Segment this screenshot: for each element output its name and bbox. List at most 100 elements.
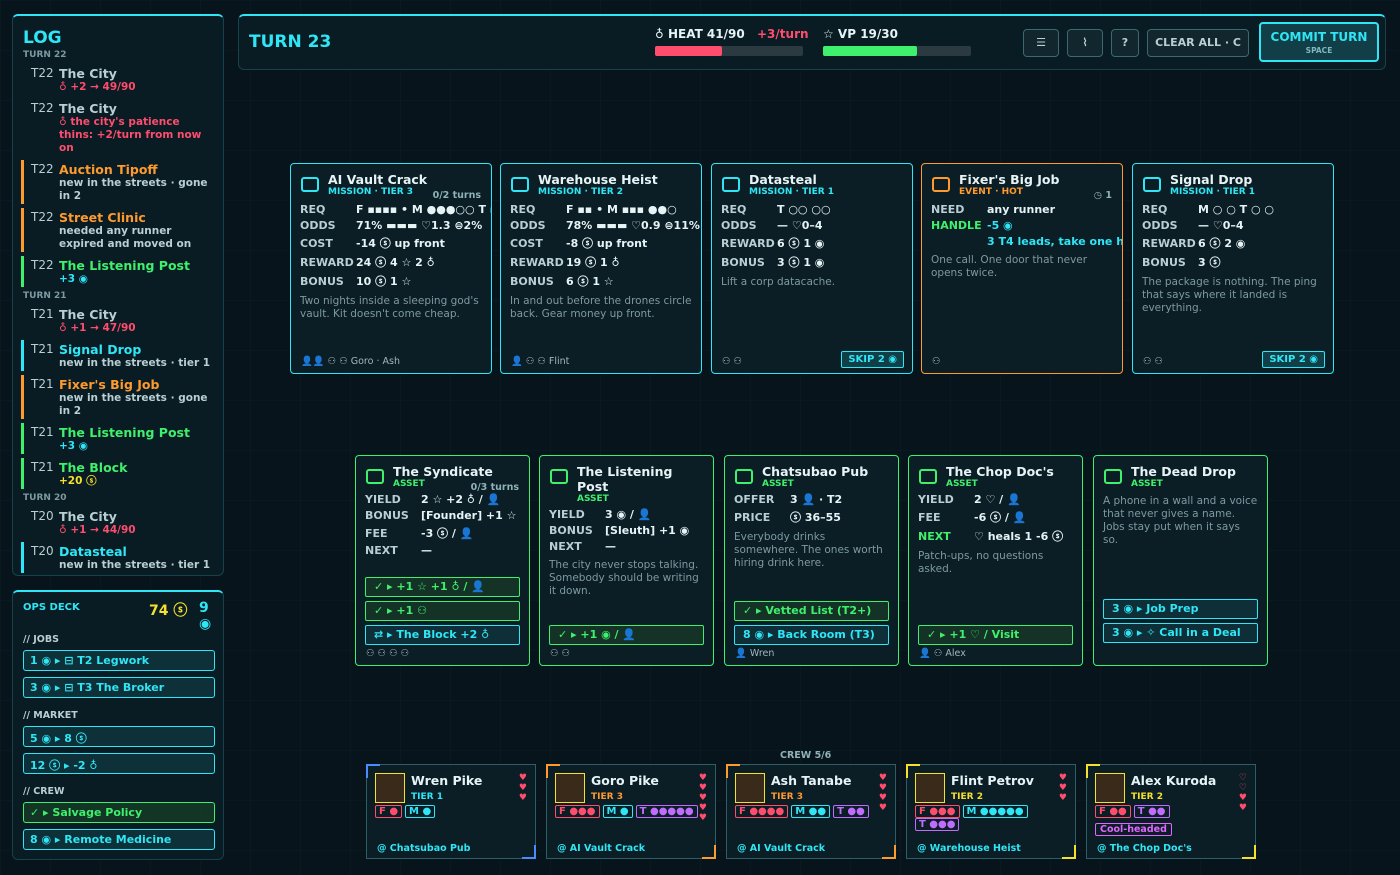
building-icon [366, 469, 384, 484]
log-entry-bar [21, 458, 24, 489]
briefcase-icon [722, 177, 740, 192]
skip-button[interactable]: SKIP 2 ◉ [1262, 351, 1325, 368]
row-key: COST [300, 237, 333, 250]
card-row: FEE -6 ⓢ / 👤 [918, 509, 1073, 525]
card-slots: ⚇ [932, 356, 941, 367]
commit-turn-button[interactable]: COMMIT TURN SPACE [1259, 22, 1379, 62]
log-panel[interactable]: LOG TURN 22 T22 The City ♁ +2 → 49/90 T22 The… [12, 14, 224, 576]
chart-button[interactable]: ⌇ [1067, 29, 1103, 57]
ops-action-button[interactable]: 8 ◉ ▸ Remote Medicine [23, 829, 215, 850]
heat-rate: +3/turn [757, 27, 809, 41]
asset-card[interactable]: The Dead Drop ASSET A phone in a wall and … [1093, 455, 1268, 666]
skip-button[interactable]: SKIP 2 ◉ [841, 351, 904, 368]
crew-name: Flint Petrov [951, 773, 1034, 788]
asset-card[interactable]: The Syndicate ASSET 0/3 turns YIELD 2 ☆ +2 ♁… [355, 455, 530, 666]
clear-all-button[interactable]: CLEAR ALL · C [1147, 29, 1249, 57]
row-value: 78% ▬▬▬ ♡0.9 ⊜11% [566, 219, 700, 232]
crew-card[interactable]: Goro Pike TIER 3 ♥ ♥ ♥ ♥ ♥ F ●●● M ● T ●●●●● @… [546, 764, 716, 859]
asset-action-button[interactable]: 8 ◉ ▸ Back Room (T3) [734, 625, 889, 645]
row-value: 3 T4 leads, take one holds 2 turns [987, 235, 1122, 248]
mission-card[interactable]: Datasteal MISSION · TIER 1 REQ T ○○ ○○ ODDS —… [711, 163, 913, 374]
card-row: COST -8 ⓢ up front [510, 235, 692, 251]
briefcase-icon [301, 177, 319, 192]
row-value: 24 ⓢ 4 ☆ 2 ♁ [356, 256, 435, 269]
asset-action-button[interactable]: 3 ◉ ▸ Job Prep [1103, 599, 1258, 619]
avatar [375, 773, 405, 803]
card-row: BONUS [Founder] +1 ☆ [365, 509, 520, 522]
row-value: — [605, 540, 616, 553]
log-entry-turn: T21 [31, 377, 54, 391]
heart-icon: ♥ ♥ ♥ [1058, 773, 1067, 803]
asset-action-button[interactable]: ✓ ▸ +1 ♡ / Visit [918, 625, 1073, 645]
ops-action-button[interactable]: 1 ◉ ▸ ⊟ T2 Legwork [23, 650, 215, 671]
card-title: Datasteal [749, 172, 817, 187]
log-entry-name: The City [59, 66, 117, 81]
log-entry-name: The City [59, 509, 117, 524]
row-key: HANDLE [931, 219, 982, 232]
ops-action-button[interactable]: 5 ◉ ▸ 8 ⓢ [23, 726, 215, 747]
mission-card[interactable]: AI Vault Crack MISSION · TIER 3 0/2 turns R… [290, 163, 492, 374]
asset-card[interactable]: Chatsubao Pub ASSET OFFER 3 👤 · T2 PRICE ⓢ 36… [724, 455, 899, 666]
corner-accent [522, 845, 536, 859]
row-key: YIELD [549, 508, 585, 521]
log-entry-name: Auction Tipoff [59, 162, 158, 177]
help-button[interactable]: ? [1111, 29, 1139, 57]
crew-card[interactable]: Ash Tanabe TIER 3 ♥ ♥ ♥ ♥ F ●●●● M ●● T ●● @ A… [726, 764, 896, 859]
card-row: PRICE ⓢ 36–55 [734, 509, 889, 525]
asset-action-button[interactable]: ✓ ▸ Vetted List (T2+) [734, 601, 889, 621]
mission-card[interactable]: Warehouse Heist MISSION · TIER 2 REQ F ▪▪ •… [500, 163, 702, 374]
log-entry: T20 The City ♁ +1 → 44/90 [13, 505, 223, 540]
row-key: REQ [1142, 203, 1168, 216]
ops-action-button[interactable]: 12 ⓢ ▸ -2 ♁ [23, 753, 215, 774]
crew-card[interactable]: Flint Petrov TIER 2 ♥ ♥ ♥ F ●●● M ●●●●●T ●●●… [906, 764, 1076, 859]
asset-action-button[interactable]: ✓ ▸ +1 ⚇ [365, 601, 520, 621]
asset-action-button[interactable]: 3 ◉ ▸ ✧ Call in a Deal [1103, 623, 1258, 643]
log-entry-bar [21, 340, 24, 371]
asset-action-button[interactable]: ✓ ▸ +1 ◉ / 👤 [549, 625, 704, 645]
asset-card[interactable]: The Listening Post ASSET YIELD 3 ◉ / 👤 BONUS… [539, 455, 714, 666]
ops-section-label: // CREW [23, 786, 65, 797]
log-entry-name: The City [59, 101, 117, 116]
crew-card[interactable]: Wren Pike TIER 1 ♥ ♥ ♥ F ● M ● @ Chatsubao Pu… [366, 764, 536, 859]
asset-card[interactable]: The Chop Doc's ASSET YIELD 2 ♡ / 👤 FEE -6 ⓢ /… [908, 455, 1083, 666]
row-key: REWARD [721, 237, 775, 250]
card-title: The Listening Post [577, 464, 673, 494]
row-key: COST [510, 237, 543, 250]
card-slots: ⚇ ⚇ ⚇ ⚇ [366, 648, 410, 659]
row-key: BONUS [300, 275, 344, 288]
mission-card[interactable]: Fixer's Big Job EVENT · HOT ◷ 1 NEED any run… [921, 163, 1123, 374]
row-key: PRICE [734, 511, 771, 524]
asset-action-button[interactable]: ⇄ ▸ The Block +2 ♁ [365, 625, 520, 645]
card-row: REQ T ○○ ○○ [721, 203, 903, 216]
log-entry-name: Datasteal [59, 544, 127, 559]
log-entry-bar [21, 375, 24, 419]
card-row: REWARD 6 ⓢ 2 ◉ [1142, 235, 1324, 251]
row-value: F ▪▪▪▪ • M ●●●○○ T ▪▪▪▪ ●●●○○ [356, 203, 491, 216]
ops-action-button[interactable]: 3 ◉ ▸ ⊟ T3 The Broker [23, 677, 215, 698]
asset-action-button[interactable]: ✓ ▸ +1 ☆ +1 ♁ / 👤 [365, 577, 520, 597]
ops-action-button[interactable]: ✓ ▸ Salvage Policy [23, 802, 215, 823]
log-entry-detail: needed any runner expired and moved on [59, 225, 192, 250]
stat-badge: M ● [405, 805, 436, 818]
card-row: ODDS 71% ▬▬▬ ♡1.3 ⊜2% [300, 219, 482, 232]
log-entry-turn: T22 [31, 66, 54, 80]
card-flavor: The package is nothing. The ping that sa… [1142, 276, 1317, 314]
cart-icon [932, 177, 950, 192]
card-title: Warehouse Heist [538, 172, 658, 187]
row-key: REWARD [1142, 237, 1196, 250]
log-title: LOG [23, 28, 62, 48]
log-entry: T22 Street Clinic needed any runner expire… [13, 206, 223, 254]
row-value: 2 ☆ +2 ♁ / 👤 [421, 493, 501, 506]
avatar [915, 773, 945, 803]
row-value: 6 ⓢ 1 ☆ [566, 275, 614, 288]
stat-badge: M ●●●●● [962, 805, 1028, 818]
row-value: -5 ◉ [987, 219, 1013, 232]
log-entry: T21 Fixer's Big Job new in the streets · g… [13, 373, 223, 421]
crew-card[interactable]: Alex Kuroda TIER 2 ♡ ♡ ♥ ♥ F ●● T ●● Cool-hea… [1086, 764, 1256, 859]
mission-card[interactable]: Signal Drop MISSION · TIER 1 REQ M ○ ○ T ○ … [1132, 163, 1334, 374]
crew-tier: TIER 1 [411, 792, 443, 802]
menu-button[interactable]: ☰ [1023, 29, 1059, 57]
row-key: BONUS [721, 256, 765, 269]
row-value: 6 ⓢ 2 ◉ [1198, 237, 1246, 250]
card-slots: 👤 Wren [735, 648, 775, 659]
